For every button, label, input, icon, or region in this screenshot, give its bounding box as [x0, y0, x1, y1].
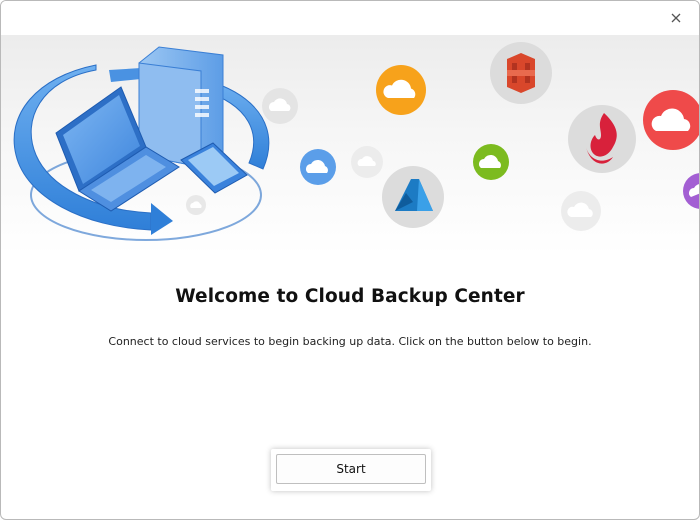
azure-icon [382, 166, 444, 228]
start-button-focus-ring: Start [271, 449, 431, 491]
welcome-title: Welcome to Cloud Backup Center [175, 286, 525, 307]
hero-banner [1, 35, 699, 255]
computer-backup-illustration [13, 46, 270, 241]
close-button[interactable] [663, 6, 689, 30]
title-bar [1, 1, 699, 35]
start-button[interactable]: Start [276, 454, 426, 484]
welcome-window: Welcome to Cloud Backup Center Connect t… [0, 0, 700, 520]
cloud-icon-orange [376, 65, 426, 115]
close-icon [671, 13, 681, 23]
cloud-icon-green [473, 144, 509, 180]
backblaze-icon [568, 105, 636, 173]
cloud-icon-blue [300, 149, 336, 185]
amazon-s3-icon [490, 42, 552, 104]
welcome-subtitle: Connect to cloud services to begin backi… [108, 335, 592, 348]
cloud-icon-red [643, 90, 699, 150]
cloud-icon-purple [683, 173, 699, 209]
